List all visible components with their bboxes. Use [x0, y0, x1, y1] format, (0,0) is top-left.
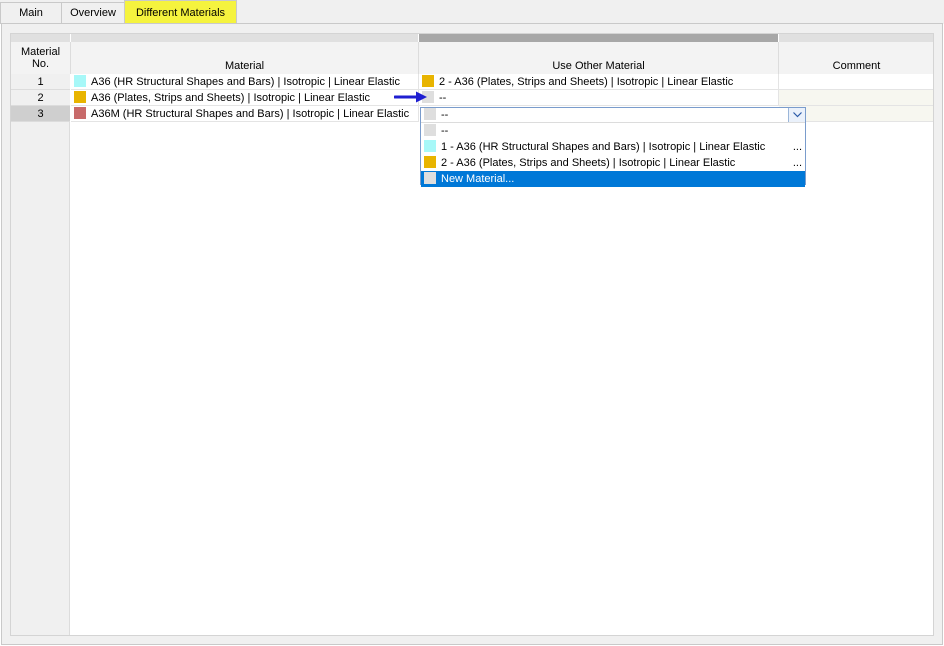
tab-overview[interactable]: Overview — [61, 2, 125, 24]
header-band — [779, 34, 933, 42]
tab-label: Different Materials — [135, 7, 226, 19]
tab-main[interactable]: Main — [0, 2, 62, 24]
row-number[interactable]: 1 — [11, 74, 70, 90]
tab-bar: Main Overview Different Materials — [0, 0, 944, 24]
material-color-swatch — [424, 156, 436, 168]
row-number-selected[interactable]: 3 — [11, 106, 70, 122]
header-use-other-material[interactable]: Use Other Material — [419, 42, 779, 74]
use-other-material-text: 2 - A36 (Plates, Strips and Sheets) | Is… — [439, 76, 734, 88]
row-number-column — [11, 74, 70, 635]
use-other-material-cell[interactable]: -- — [419, 90, 779, 106]
material-color-swatch — [424, 140, 436, 152]
material-cell[interactable]: A36 (Plates, Strips and Sheets) | Isotro… — [71, 90, 419, 106]
dropdown-option-label: 1 - A36 (HR Structural Shapes and Bars) … — [441, 141, 766, 153]
header-material-no[interactable]: Material No. — [11, 42, 71, 74]
material-color-swatch — [424, 108, 436, 120]
use-other-material-text: -- — [439, 92, 447, 104]
header-band — [71, 34, 418, 42]
header-comment[interactable]: Comment — [779, 42, 933, 74]
material-cell[interactable]: A36M (HR Structural Shapes and Bars) | I… — [71, 106, 419, 122]
dropdown-option-label: New Material... — [441, 173, 515, 185]
material-color-swatch — [424, 124, 436, 136]
material-color-swatch — [74, 107, 86, 119]
material-text: A36M (HR Structural Shapes and Bars) | I… — [91, 108, 410, 120]
dropdown-option-new-material[interactable]: New Material... — [421, 171, 805, 187]
materials-table: Material No. Material Use Other Material… — [10, 33, 934, 636]
dropdown-option-label: -- — [441, 125, 449, 137]
tab-label: Overview — [70, 7, 116, 19]
dropdown-option[interactable]: -- — [421, 123, 805, 139]
comment-cell[interactable] — [779, 74, 933, 90]
dropdown-option[interactable]: 1 - A36 (HR Structural Shapes and Bars) … — [421, 139, 805, 155]
more-options-icon[interactable]: ... — [793, 139, 802, 155]
header-band — [11, 34, 70, 42]
dropdown-option[interactable]: 2 - A36 (Plates, Strips and Sheets) | Is… — [421, 155, 805, 171]
use-other-material-dropdown[interactable]: -- -- 1 - A36 (HR Structural Shapes and … — [420, 107, 806, 187]
material-cell[interactable]: A36 (HR Structural Shapes and Bars) | Is… — [71, 74, 419, 90]
more-options-icon[interactable]: ... — [793, 155, 802, 171]
material-color-swatch — [74, 91, 86, 103]
header-material[interactable]: Material — [71, 42, 419, 74]
material-text: A36 (HR Structural Shapes and Bars) | Is… — [91, 76, 400, 88]
material-color-swatch — [424, 172, 436, 184]
row-number[interactable]: 2 — [11, 90, 70, 106]
tab-different-materials[interactable]: Different Materials — [124, 0, 237, 24]
comment-cell[interactable] — [779, 90, 933, 106]
dropdown-option-label: 2 - A36 (Plates, Strips and Sheets) | Is… — [441, 157, 736, 169]
dropdown-value: -- — [441, 109, 449, 121]
dropdown-input[interactable]: -- — [421, 108, 805, 123]
material-text: A36 (Plates, Strips and Sheets) | Isotro… — [91, 92, 371, 104]
chevron-down-icon[interactable] — [788, 108, 805, 122]
arrow-right-icon — [394, 91, 427, 103]
use-other-material-cell[interactable]: 2 - A36 (Plates, Strips and Sheets) | Is… — [419, 74, 779, 90]
material-color-swatch — [74, 75, 86, 87]
header-band-selected — [419, 34, 778, 42]
material-color-swatch — [422, 75, 434, 87]
tab-label: Main — [19, 7, 43, 19]
